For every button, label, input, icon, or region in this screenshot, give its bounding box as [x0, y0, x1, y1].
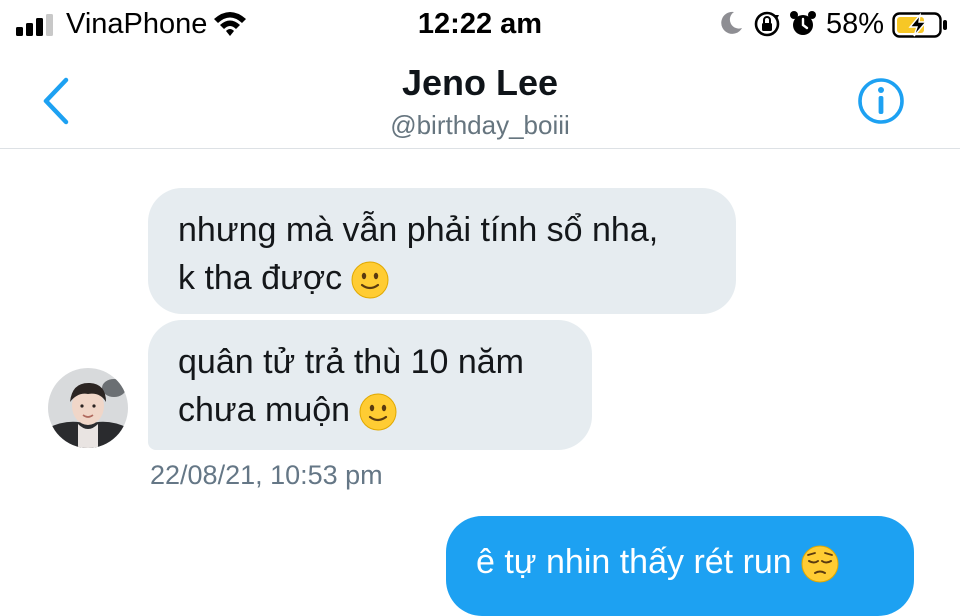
conversation-title: Jeno Lee	[401, 62, 559, 103]
message-line-text: k tha được	[178, 259, 343, 297]
moon-icon	[721, 11, 742, 34]
slightly-smiling-face-icon	[351, 261, 389, 299]
incoming-message[interactable]: nhưng mà vẫn phải tính sổ nha, k tha đượ…	[148, 188, 736, 314]
conversation-handle: @birthday_boiii	[390, 110, 570, 140]
avatar[interactable]	[48, 368, 128, 448]
message-line: nhưng mà vẫn phải tính sổ nha,	[178, 211, 659, 249]
message-line: quân tử trả thù 10 năm	[178, 343, 524, 381]
conversation-header: Jeno Lee @birthday_boiii	[0, 52, 960, 149]
message-line-with-emoji: chưa muộn	[178, 386, 592, 434]
status-bar: VinaPhone 12:22 am 58%	[0, 0, 960, 52]
slightly-smiling-face-icon	[359, 393, 397, 431]
battery-percent: 58%	[826, 8, 885, 40]
battery-charging-icon	[892, 12, 947, 38]
outgoing-message[interactable]: ê tự nhin thấy rét run	[446, 516, 914, 616]
message-timestamp: 22/08/21, 10:53 pm	[150, 460, 383, 490]
message-line-with-emoji: k tha được	[178, 254, 736, 302]
message-line-text: chưa muộn	[178, 391, 351, 429]
info-icon[interactable]	[856, 76, 906, 126]
pensive-face-icon	[801, 545, 839, 583]
alarm-icon	[790, 11, 816, 35]
incoming-message[interactable]: quân tử trả thù 10 năm chưa muộn	[148, 320, 592, 450]
message-text: ê tự nhin thấy rét run	[476, 543, 792, 581]
orientation-lock-icon	[754, 11, 780, 37]
